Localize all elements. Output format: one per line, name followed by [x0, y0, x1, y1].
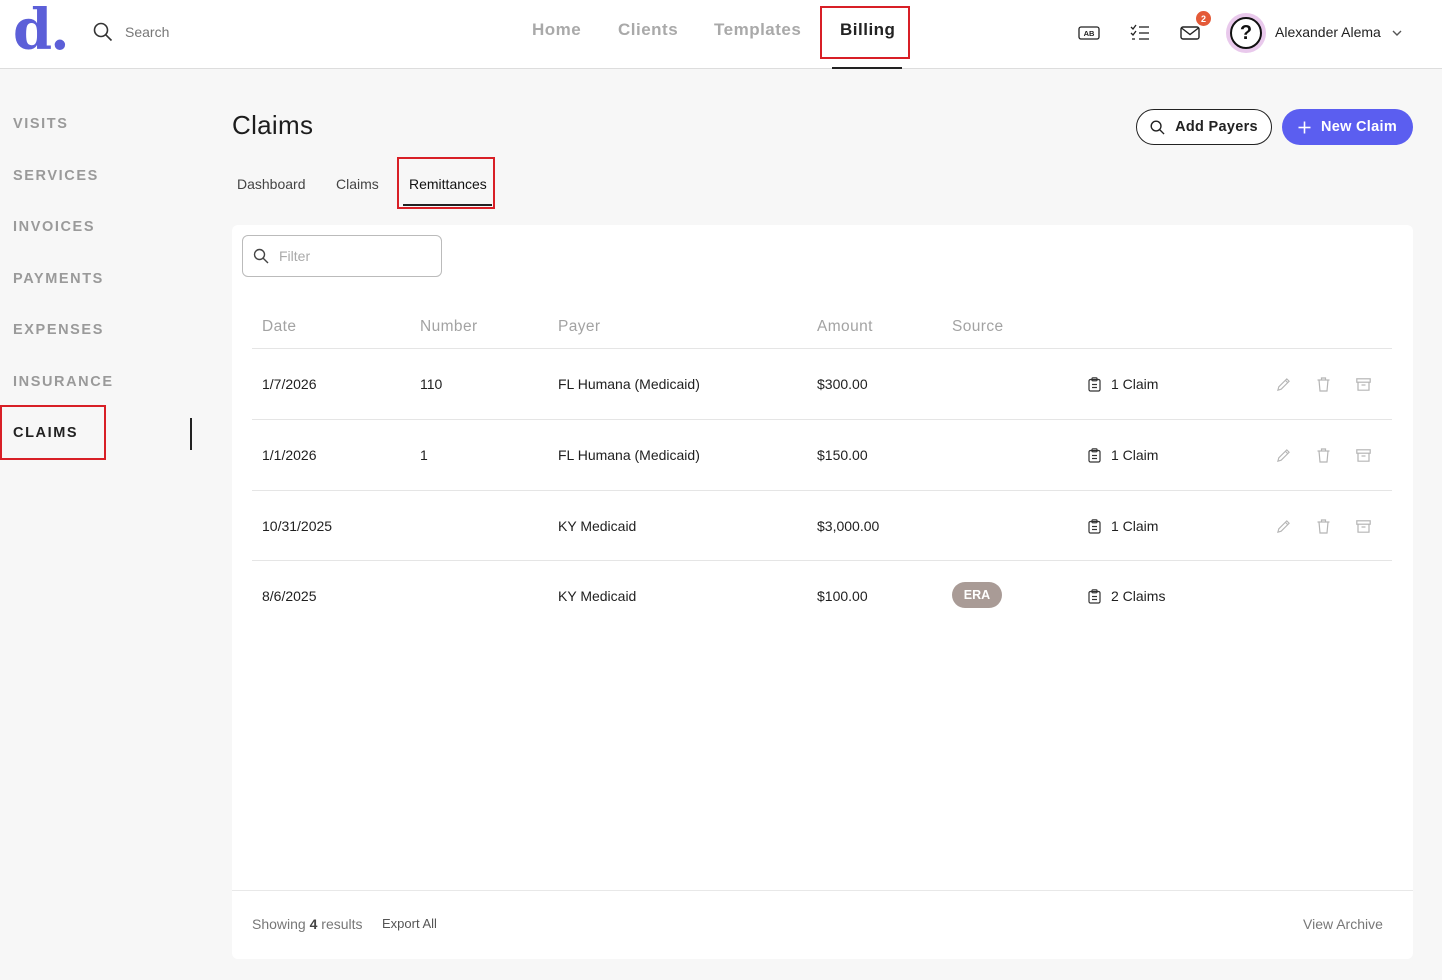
nav-active-underline [832, 67, 902, 69]
source-era-badge: ERA [952, 582, 1002, 608]
top-bar: d. Search Home Clients Templates Billing… [0, 0, 1442, 69]
add-payers-label: Add Payers [1175, 119, 1258, 135]
sidebar-item-insurance[interactable]: INSURANCE [13, 374, 114, 390]
trash-icon[interactable] [1315, 518, 1331, 534]
page-title: Claims [232, 110, 314, 140]
sidebar-active-indicator [190, 418, 192, 450]
cell-payer: FL Humana (Medicaid) [558, 376, 700, 392]
cell-date: 8/6/2025 [262, 588, 317, 604]
cell-number: 110 [420, 376, 443, 392]
nav-home[interactable]: Home [532, 20, 581, 40]
results-count: Showing 4 results [252, 916, 363, 932]
clipboard-icon [1088, 588, 1101, 604]
cell-date: 1/1/2026 [262, 447, 317, 463]
svg-text:AB: AB [1084, 29, 1095, 38]
claims-link[interactable]: 1 Claim [1088, 376, 1158, 392]
mail-icon[interactable] [1179, 22, 1201, 44]
billing-highlight-box [820, 6, 910, 59]
pencil-icon[interactable] [1275, 447, 1291, 463]
archive-icon[interactable] [1355, 447, 1371, 463]
nav-clients[interactable]: Clients [618, 20, 678, 40]
cell-date: 1/7/2026 [262, 376, 317, 392]
pencil-icon[interactable] [1275, 518, 1291, 534]
row-divider [252, 419, 1392, 420]
filter-placeholder: Filter [279, 248, 311, 264]
tab-dashboard[interactable]: Dashboard [237, 176, 306, 192]
trash-icon[interactable] [1315, 376, 1331, 392]
footer-divider [232, 890, 1413, 891]
sidebar-item-services[interactable]: SERVICES [13, 168, 99, 184]
clipboard-icon [1088, 518, 1101, 534]
plus-icon [1298, 121, 1311, 134]
add-payers-button[interactable]: Add Payers [1136, 109, 1272, 145]
column-header-number[interactable]: Number [420, 318, 478, 336]
cell-payer: FL Humana (Medicaid) [558, 447, 700, 463]
search-icon [253, 248, 269, 264]
cell-amount: $300.00 [817, 376, 868, 392]
search-icon [93, 22, 113, 42]
remittances-highlight-box [397, 157, 495, 209]
search-placeholder: Search [125, 24, 170, 40]
sidebar-item-invoices[interactable]: INVOICES [13, 219, 95, 235]
column-header-date[interactable]: Date [262, 318, 296, 336]
claims-count: 1 Claim [1111, 518, 1159, 534]
clipboard-icon [1088, 447, 1101, 463]
trash-icon[interactable] [1315, 447, 1331, 463]
global-search[interactable]: Search [93, 22, 169, 42]
column-header-amount[interactable]: Amount [817, 318, 873, 336]
search-icon [1150, 120, 1165, 135]
cell-payer: KY Medicaid [558, 518, 637, 534]
showing-suffix: results [321, 916, 363, 932]
showing-prefix: Showing [252, 916, 306, 932]
sidebar-item-expenses[interactable]: EXPENSES [13, 322, 104, 338]
claims-count: 1 Claim [1111, 447, 1159, 463]
nav-templates[interactable]: Templates [714, 20, 801, 40]
help-icon: ? [1230, 17, 1262, 49]
sidebar-item-visits[interactable]: VISITS [13, 116, 69, 132]
new-claim-label: New Claim [1320, 119, 1398, 135]
claims-count: 2 Claims [1111, 588, 1166, 604]
clipboard-icon [1088, 376, 1101, 392]
showing-count: 4 [309, 916, 318, 932]
column-header-source[interactable]: Source [952, 318, 1004, 336]
claims-count: 1 Claim [1111, 376, 1159, 392]
claims-link[interactable]: 2 Claims [1088, 588, 1165, 604]
filter-input[interactable]: Filter [242, 235, 442, 277]
pencil-icon[interactable] [1275, 376, 1291, 392]
cell-payer: KY Medicaid [558, 588, 637, 604]
app-logo[interactable]: d. [13, 0, 70, 60]
checklist-icon[interactable] [1129, 22, 1151, 44]
archive-icon[interactable] [1355, 376, 1371, 392]
ab-icon[interactable]: AB [1078, 22, 1100, 44]
tab-claims[interactable]: Claims [336, 176, 379, 192]
claims-highlight-box [0, 405, 106, 460]
new-claim-button[interactable]: New Claim [1282, 109, 1413, 145]
inbox-count-badge: 2 [1196, 11, 1211, 26]
user-avatar[interactable]: ? [1226, 13, 1266, 53]
cell-number: 1 [420, 447, 428, 463]
sidebar-item-payments[interactable]: PAYMENTS [13, 271, 104, 287]
cell-amount: $3,000.00 [817, 518, 880, 534]
view-archive-link[interactable]: View Archive [1303, 916, 1383, 932]
row-divider [252, 490, 1392, 491]
claims-link[interactable]: 1 Claim [1088, 518, 1158, 534]
chevron-down-icon[interactable] [1391, 26, 1403, 38]
header-divider [252, 348, 1392, 349]
row-divider [252, 560, 1392, 561]
claims-link[interactable]: 1 Claim [1088, 447, 1158, 463]
user-name[interactable]: Alexander Alema [1275, 24, 1381, 40]
cell-date: 10/31/2025 [262, 518, 333, 534]
archive-icon[interactable] [1355, 518, 1371, 534]
export-all-link[interactable]: Export All [382, 916, 437, 931]
cell-amount: $150.00 [817, 447, 868, 463]
column-header-payer[interactable]: Payer [558, 318, 601, 336]
cell-amount: $100.00 [817, 588, 868, 604]
